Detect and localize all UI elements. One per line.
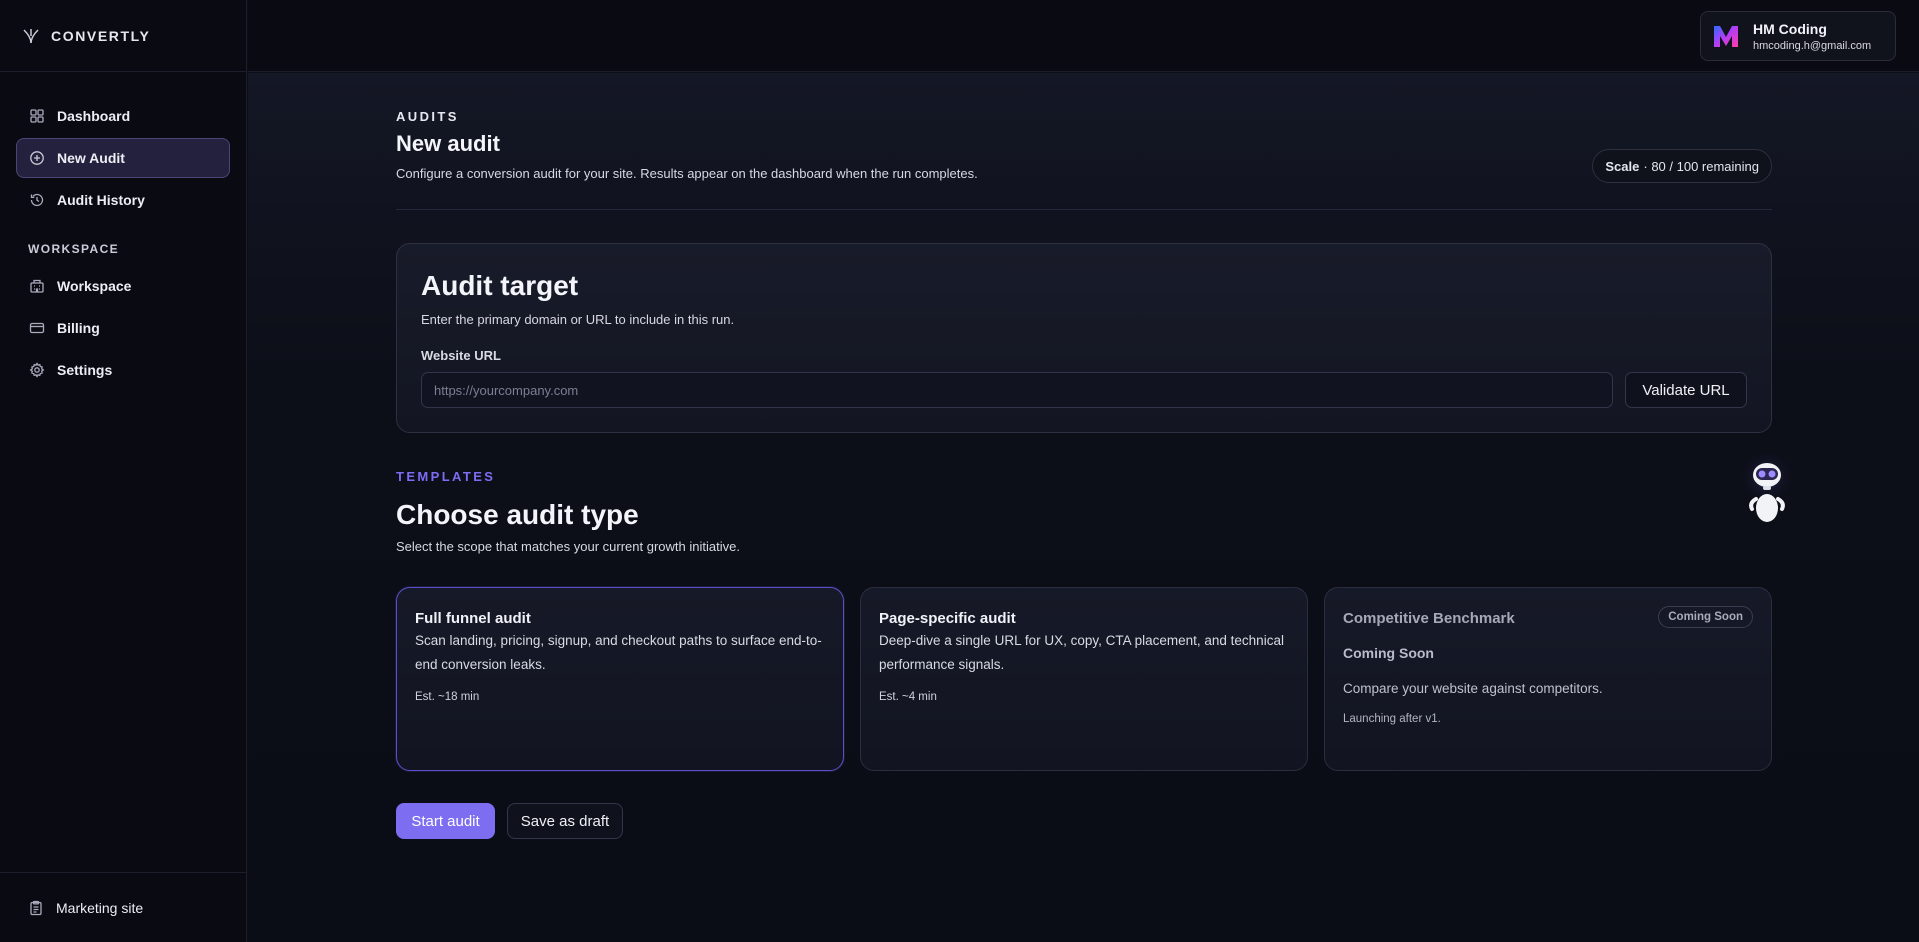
sidebar-item-label: New Audit — [57, 150, 125, 166]
convertly-logo-icon — [23, 28, 39, 43]
user-name: HM Coding — [1753, 20, 1827, 37]
sidebar-item-label: Workspace — [57, 278, 132, 294]
templates-title: Choose audit type — [396, 499, 639, 530]
coming-soon-badge: Coming Soon — [1658, 606, 1753, 628]
sidebar-item-label: Audit History — [57, 192, 145, 208]
page-title: New audit — [396, 131, 500, 156]
sidebar-item-workspace[interactable]: Workspace — [16, 266, 230, 306]
gear-icon — [29, 362, 45, 378]
scale-value: · 80 / 100 remaining — [1643, 158, 1759, 174]
website-url-label: Website URL — [421, 348, 501, 363]
header-divider — [396, 209, 1772, 210]
brand-name: CONVERTLY — [51, 27, 151, 44]
sidebar-item-label: Billing — [57, 320, 100, 336]
sidebar-item-label: Dashboard — [57, 108, 131, 124]
topbar: HM Coding hmcoding.h@gmail.com — [248, 0, 1919, 72]
save-draft-button[interactable]: Save as draft — [507, 803, 623, 839]
audit-target-card: Audit target Enter the primary domain or… — [396, 243, 1772, 433]
sidebar-item-label: Settings — [57, 362, 113, 378]
website-url-input[interactable] — [421, 372, 1613, 408]
marketing-site-link: Marketing site — [56, 899, 144, 916]
sidebar-item-audit-history[interactable]: Audit History — [16, 180, 230, 220]
grid-icon — [30, 109, 44, 123]
plus-circle-icon — [30, 151, 44, 165]
template-card-full-funnel[interactable]: Full funnel audit Scan landing, pricing,… — [396, 587, 844, 771]
template-card-page-specific[interactable]: Page-specific audit Deep-dive a single U… — [860, 587, 1308, 771]
history-icon — [30, 193, 44, 207]
building-icon — [30, 279, 44, 293]
sidebar-nav: Dashboard New Audit Audit History WORKSP… — [0, 72, 246, 390]
templates-subtitle: Select the scope that matches your curre… — [396, 539, 740, 554]
user-info: HM Coding hmcoding.h@gmail.com — [1753, 21, 1871, 52]
template-card-estimate: Est. ~18 min — [415, 691, 480, 703]
template-card-note: Launching after v1. — [1343, 713, 1441, 725]
robot-assistant-icon[interactable] — [1733, 453, 1801, 529]
sidebar-item-marketing-site[interactable]: Marketing site — [0, 872, 247, 942]
sidebar-item-settings[interactable]: Settings — [16, 350, 230, 390]
templates-eyebrow: TEMPLATES — [396, 469, 496, 484]
scale-label: Scale — [1605, 158, 1640, 174]
start-audit-button[interactable]: Start audit — [396, 803, 495, 839]
page-subtitle: Configure a conversion audit for your si… — [396, 166, 978, 181]
brand[interactable]: CONVERTLY — [0, 0, 246, 72]
template-card-estimate: Est. ~4 min — [879, 691, 937, 703]
sidebar: CONVERTLY Dashboard New Audit Audit Hist… — [0, 0, 247, 942]
scale-badge: Scale · 80 / 100 remaining — [1592, 149, 1772, 183]
clipboard-icon — [30, 900, 42, 915]
credit-card-icon — [29, 322, 45, 334]
audit-target-subtitle: Enter the primary domain or URL to inclu… — [421, 312, 735, 327]
audit-target-title: Audit target — [421, 270, 579, 301]
validate-url-button[interactable]: Validate URL — [1625, 372, 1747, 408]
template-card-title: Full funnel audit — [415, 610, 531, 627]
sidebar-item-new-audit[interactable]: New Audit — [16, 138, 230, 178]
user-email: hmcoding.h@gmail.com — [1753, 39, 1872, 52]
main-content: AUDITS New audit Configure a conversion … — [248, 73, 1919, 942]
sidebar-item-dashboard[interactable]: Dashboard — [16, 96, 230, 136]
template-card-competitive-benchmark: Competitive Benchmark Coming Soon Coming… — [1324, 587, 1772, 771]
page-eyebrow: AUDITS — [396, 109, 459, 124]
user-menu[interactable]: HM Coding hmcoding.h@gmail.com — [1700, 11, 1896, 61]
template-card-description: Compare your website against competitors… — [1343, 681, 1603, 696]
sidebar-item-billing[interactable]: Billing — [16, 308, 230, 348]
template-card-description: Deep-dive a single URL for UX, copy, CTA… — [879, 633, 1284, 672]
sidebar-section-workspace: WORKSPACE — [28, 242, 120, 256]
template-card-title: Page-specific audit — [879, 610, 1016, 627]
template-card-subtitle: Coming Soon — [1343, 645, 1434, 661]
template-card-description: Scan landing, pricing, signup, and check… — [415, 633, 822, 672]
m-gradient-logo — [1714, 26, 1738, 47]
